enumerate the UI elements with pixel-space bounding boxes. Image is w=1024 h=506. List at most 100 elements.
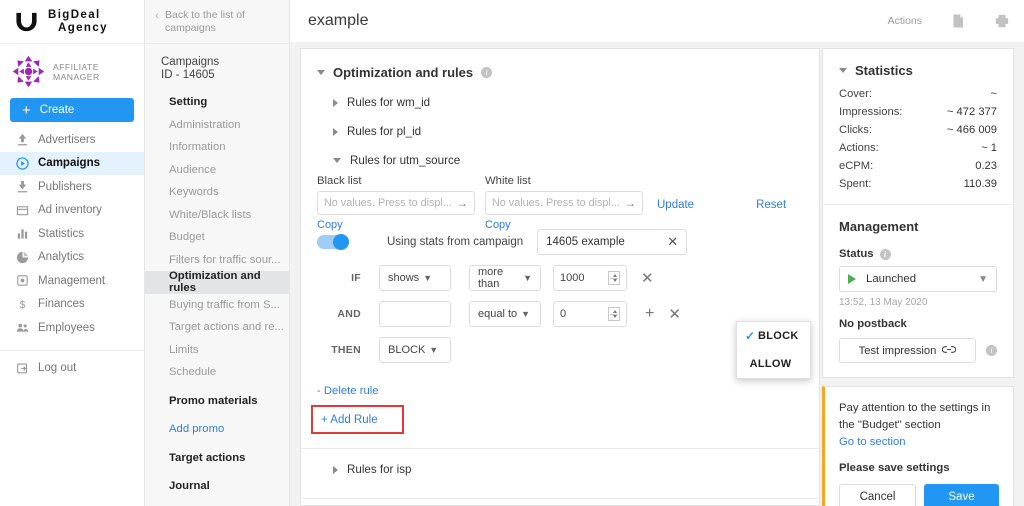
stat-value: ~ 466 009 xyxy=(946,124,997,136)
back-to-campaigns-link[interactable]: ‹ Back to the list of campaigns xyxy=(145,0,289,44)
sidebar-item-management[interactable]: Management xyxy=(0,269,144,293)
black-list-input[interactable]: No values. Press to displ... → xyxy=(317,191,475,215)
info-icon[interactable]: i xyxy=(879,248,891,260)
add-condition-button[interactable]: + xyxy=(645,306,654,322)
sidebar-item-campaigns[interactable]: Campaigns xyxy=(0,151,144,175)
arrow-right-icon[interactable]: → xyxy=(624,196,636,210)
save-button[interactable]: Save xyxy=(924,483,999,506)
condition-value-input[interactable]: 1000 xyxy=(553,265,627,291)
subnav-item-buying-traffic[interactable]: Buying traffic from S... xyxy=(145,294,289,317)
sidebar-item-analytics[interactable]: Analytics xyxy=(0,246,144,270)
dropdown-option-allow[interactable]: ALLOW xyxy=(737,350,810,378)
sidebar-item-logout[interactable]: Log out xyxy=(0,357,144,381)
close-icon[interactable]: ✕ xyxy=(667,234,678,250)
campaign-select[interactable]: 14605 example ✕ xyxy=(537,229,688,255)
subnav-item-administration[interactable]: Administration xyxy=(145,114,289,137)
bar-chart-icon xyxy=(16,227,29,240)
rules-group-wm-id[interactable]: Rules for wm_id xyxy=(301,96,819,109)
sidebar-item-advertisers[interactable]: Advertisers xyxy=(0,128,144,152)
stat-value: ~ xyxy=(990,88,997,100)
subnav-item-keywords[interactable]: Keywords xyxy=(145,181,289,204)
reset-button[interactable]: Reset xyxy=(756,175,786,231)
document-icon[interactable] xyxy=(950,13,966,29)
sidebar-item-label: Analytics xyxy=(38,251,85,264)
condition-field-value: shows xyxy=(388,272,420,284)
sidebar-item-finances[interactable]: $ Finances xyxy=(0,293,144,317)
action-dropdown-menu[interactable]: ✓ BLOCK ALLOW xyxy=(736,321,811,379)
subnav-item-budget[interactable]: Budget xyxy=(145,226,289,249)
square-dot-icon xyxy=(16,274,29,287)
sidebar-item-statistics[interactable]: Statistics xyxy=(0,222,144,246)
test-impression-button[interactable]: Test impression xyxy=(839,338,976,363)
delete-rule-button[interactable]: - Delete rule xyxy=(301,385,819,397)
condition-keyword: THEN xyxy=(331,344,361,356)
sidebar-item-employees[interactable]: Employees xyxy=(0,316,144,340)
subnav-item-optimization-and-rules[interactable]: Optimization and rules xyxy=(145,270,289,294)
dropdown-option-block[interactable]: ✓ BLOCK xyxy=(737,322,810,350)
arrow-right-icon[interactable]: → xyxy=(456,196,468,210)
stat-value: ~ 472 377 xyxy=(946,106,997,118)
subnav-item-limits[interactable]: Limits xyxy=(145,339,289,362)
stat-value: ~ 1 xyxy=(981,142,997,154)
condition-operator-value: equal to xyxy=(478,308,518,320)
rules-group-pl-id[interactable]: Rules for pl_id xyxy=(301,125,819,138)
rules-group-label: Rules for wm_id xyxy=(347,96,431,109)
subnav-title: Campaigns xyxy=(161,56,220,68)
black-list-copy-link[interactable]: Copy xyxy=(317,219,485,231)
subnav-item-setting[interactable]: Setting xyxy=(145,91,289,114)
info-icon[interactable]: i xyxy=(481,67,493,78)
subnav-item-audience[interactable]: Audience xyxy=(145,159,289,182)
cancel-button[interactable]: Cancel xyxy=(839,483,916,506)
condition-value-input[interactable]: 0 xyxy=(553,301,627,327)
campaign-id: ID - 14605 xyxy=(161,69,215,81)
number-stepper[interactable] xyxy=(608,271,620,285)
back-label: Back to the list of campaigns xyxy=(165,9,245,35)
remove-condition-button[interactable]: ✕ xyxy=(641,271,654,286)
status-label: Status xyxy=(839,248,874,260)
sidebar-item-label: Ad inventory xyxy=(38,204,102,217)
go-to-section-link[interactable]: Go to section xyxy=(839,436,999,448)
rules-group-isp[interactable]: Rules for isp xyxy=(301,463,819,476)
update-button[interactable]: Update xyxy=(657,175,694,231)
info-icon[interactable]: i xyxy=(986,345,997,356)
add-rule-button[interactable]: + Add Rule xyxy=(321,414,378,426)
status-select[interactable]: Launched ▼ xyxy=(839,266,997,292)
number-stepper[interactable] xyxy=(608,307,620,321)
subnav-item-filters-traffic[interactable]: Filters for traffic sour... xyxy=(145,249,289,272)
app-root: BigDeal Agency AFFILIATE MANAGER + Creat… xyxy=(0,0,1024,506)
warning-text: Pay attention to the settings in the "Bu… xyxy=(839,402,991,431)
rules-group-utm-source[interactable]: Rules for utm_source xyxy=(301,154,819,167)
condition-operator-select[interactable]: more than ▼ xyxy=(469,265,541,291)
actions-menu[interactable]: Actions xyxy=(888,15,922,27)
using-stats-toggle[interactable] xyxy=(317,234,349,250)
subnav-item-white-black-lists[interactable]: White/Black lists xyxy=(145,204,289,227)
statistics-header[interactable]: Statistics xyxy=(839,63,997,78)
stat-value: 110.39 xyxy=(963,178,997,190)
subnav-item-schedule[interactable]: Schedule xyxy=(145,361,289,384)
sidebar-item-ad-inventory[interactable]: Ad inventory xyxy=(0,199,144,223)
printer-icon[interactable] xyxy=(994,13,1010,29)
remove-condition-button[interactable]: ✕ xyxy=(668,307,681,322)
condition-operator-select[interactable]: equal to ▼ xyxy=(469,301,541,327)
target-actions-section-header[interactable]: Target actions and remarketing i xyxy=(301,499,819,506)
stat-label: eCPM: xyxy=(839,160,874,172)
window-icon xyxy=(16,204,29,217)
top-bar: example Actions xyxy=(290,0,1024,42)
subnav-item-information[interactable]: Information xyxy=(145,136,289,159)
brand-logo[interactable]: BigDeal Agency xyxy=(0,0,144,44)
subnav-item-label: Filters for traffic sour... xyxy=(169,253,281,266)
condition-field-select[interactable]: shows ▼ xyxy=(379,265,451,291)
subnav-item-target-actions[interactable]: Target actions xyxy=(145,447,289,470)
sidebar-item-label: Management xyxy=(38,274,106,287)
subnav-item-promo-materials[interactable]: Promo materials xyxy=(145,390,289,413)
sidebar-item-publishers[interactable]: Publishers xyxy=(0,175,144,199)
optimization-section-header[interactable]: Optimization and rules i xyxy=(301,49,819,80)
white-list-input[interactable]: No values. Press to displ... → xyxy=(485,191,643,215)
subnav-item-journal[interactable]: Journal xyxy=(145,475,289,498)
condition-field-select[interactable] xyxy=(379,301,451,327)
subnav-item-target-actions-remarketing[interactable]: Target actions and re... xyxy=(145,316,289,339)
subnav-item-add-promo[interactable]: Add promo xyxy=(145,418,289,441)
then-action-select[interactable]: BLOCK ▼ xyxy=(379,337,451,363)
create-button[interactable]: + Create xyxy=(10,98,134,122)
dropdown-option-label: ALLOW xyxy=(749,358,792,370)
